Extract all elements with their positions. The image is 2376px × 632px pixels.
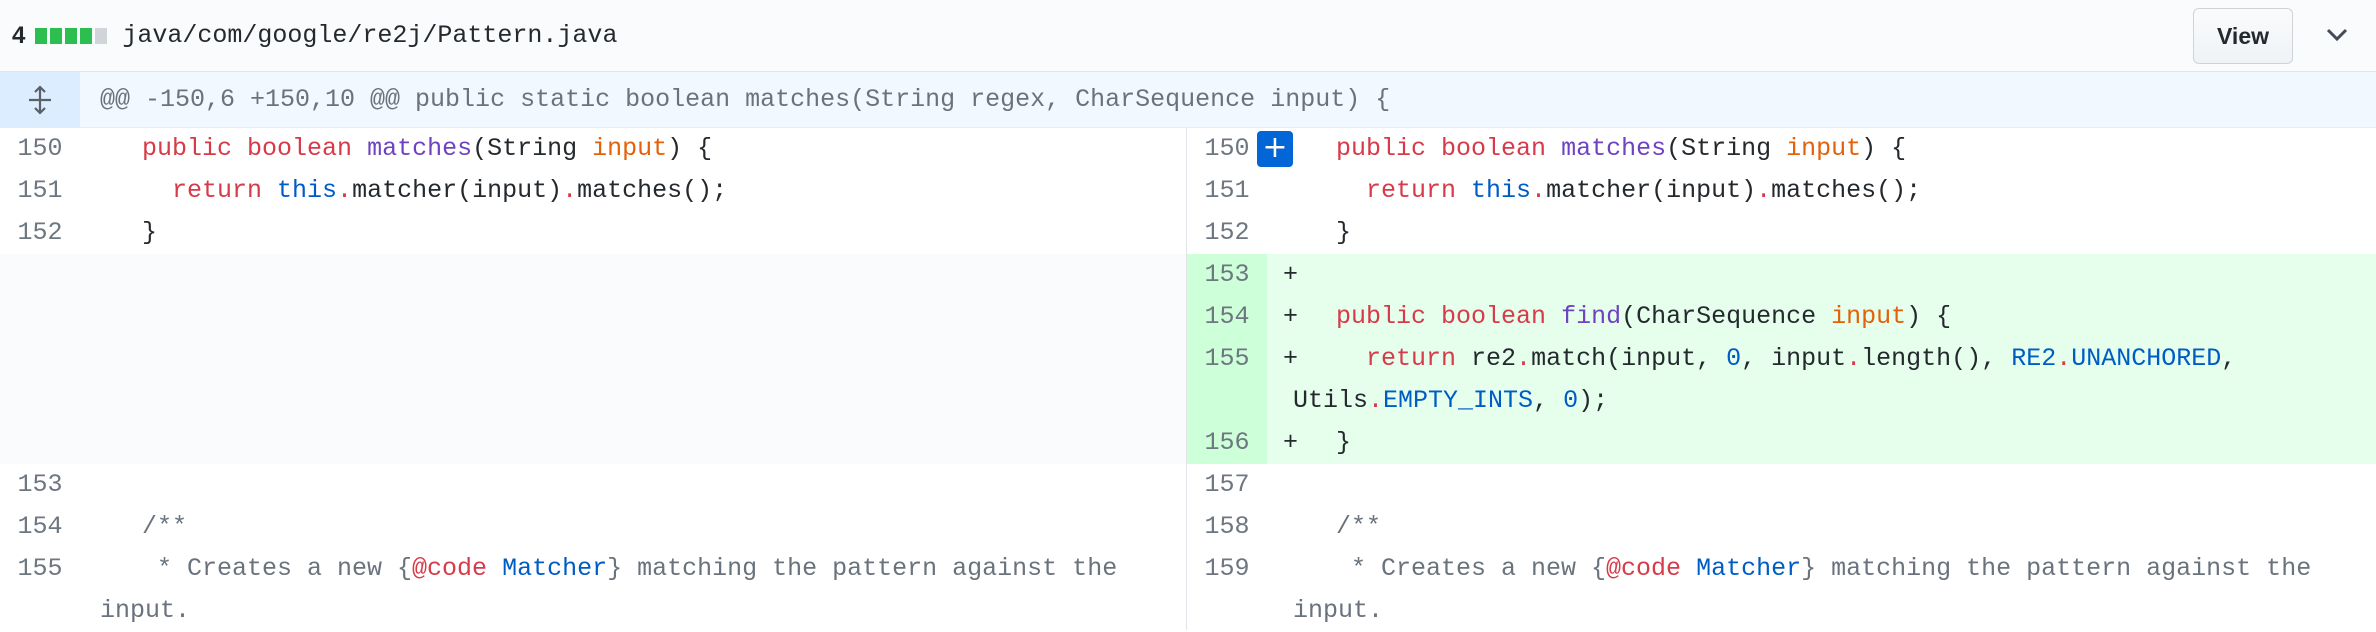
code-line: public boolean matches(String input) { [142,134,713,163]
empty-diff-filler [0,254,1186,464]
chevron-down-icon[interactable] [2318,16,2356,54]
file-header: 4 java/com/google/re2j/Pattern.java View [0,0,2376,72]
diff-line: 152 } [0,212,1186,254]
diffstat-block-neutral [95,27,108,44]
plus-icon: + [1262,130,1288,165]
diffstat-block-added [35,27,48,44]
split-diff: 150 public boolean matches(String input)… [0,128,2376,630]
line-number[interactable]: 158 [1187,506,1267,548]
line-number[interactable]: 155 [0,548,80,590]
diff-line: 150 + public boolean matches(String inpu… [1187,128,2376,170]
line-number[interactable]: 150 [0,128,80,170]
code-line: /** [1336,512,1382,541]
file-path[interactable]: java/com/google/re2j/Pattern.java [122,21,617,50]
diff-line-added: 154 + public boolean find(CharSequence i… [1187,296,2376,338]
code-line: public boolean matches(String input) { [1336,134,1907,163]
diff-line: 158 /** [1187,506,2376,548]
diff-line: 159 * Creates a new {@code Matcher} matc… [1187,548,2376,632]
line-number[interactable]: 151 [0,170,80,212]
hunk-header: @@ -150,6 +150,10 @@ public static boole… [0,71,2376,128]
diff-line: 155 * Creates a new {@code Matcher} matc… [0,548,1186,632]
diffstat-count: 4 [12,21,26,49]
code-line-wrap: input. [1293,596,1384,625]
line-number[interactable]: 157 [1187,464,1267,506]
diff-line-added: 156 + } [1187,422,2376,464]
line-number[interactable]: 150 [1187,128,1267,170]
line-number[interactable]: 154 [1187,296,1267,338]
diff-line: 151 return this.matcher(input).matches()… [1187,170,2376,212]
code-line: } [142,218,158,247]
line-number[interactable]: 153 [0,464,80,506]
diff-line: 152 } [1187,212,2376,254]
code-line: /** [142,512,188,541]
code-line: * Creates a new {@code Matcher} matching… [1336,554,2312,583]
diff-line: 151 return this.matcher(input).matches()… [0,170,1186,212]
hunk-header-text: @@ -150,6 +150,10 @@ public static boole… [100,85,1391,114]
code-line: return this.matcher(input).matches(); [1366,176,1922,205]
diffstat-block-added [50,27,63,44]
code-line: } [1336,428,1352,457]
plus-marker: + [1283,428,1299,457]
view-file-button[interactable]: View [2193,8,2293,64]
line-number[interactable]: 159 [1187,548,1267,590]
line-number[interactable]: 154 [0,506,80,548]
line-number[interactable]: 152 [0,212,80,254]
code-line: * Creates a new {@code Matcher} matching… [142,554,1118,583]
line-number[interactable]: 153 [1187,254,1267,296]
plus-marker: + [1283,302,1299,331]
line-number[interactable]: 152 [1187,212,1267,254]
diffstat-block-added [65,27,78,44]
diff-line: 153 [0,464,1186,506]
code-line: return this.matcher(input).matches(); [172,176,728,205]
diff-line-added: 153 + [1187,254,2376,296]
diff-left-side: 150 public boolean matches(String input)… [0,128,1186,630]
line-number[interactable]: 155 [1187,338,1267,422]
diffstat-bar [35,27,110,44]
diff-line: 154 /** [0,506,1186,548]
add-comment-button[interactable]: + [1257,131,1293,167]
code-line: } [1336,218,1352,247]
diff-line-added: 155 + return re2.match(input, 0, input.l… [1187,338,2376,422]
diff-line: 150 public boolean matches(String input)… [0,128,1186,170]
diffstat-block-added [80,27,93,44]
code-line: return re2.match(input, 0, input.length(… [1366,344,2237,373]
diff-line: 157 [1187,464,2376,506]
line-number[interactable]: 151 [1187,170,1267,212]
code-line: public boolean find(CharSequence input) … [1336,302,1952,331]
diff-right-side: 150 + public boolean matches(String inpu… [1186,128,2376,630]
code-line-wrap: input. [100,596,191,625]
plus-marker: + [1283,344,1299,373]
code-line-wrap: Utils.EMPTY_INTS, 0); [1293,386,1609,415]
unfold-icon[interactable] [0,71,80,128]
line-number[interactable]: 156 [1187,422,1267,464]
plus-marker: + [1283,260,1299,289]
